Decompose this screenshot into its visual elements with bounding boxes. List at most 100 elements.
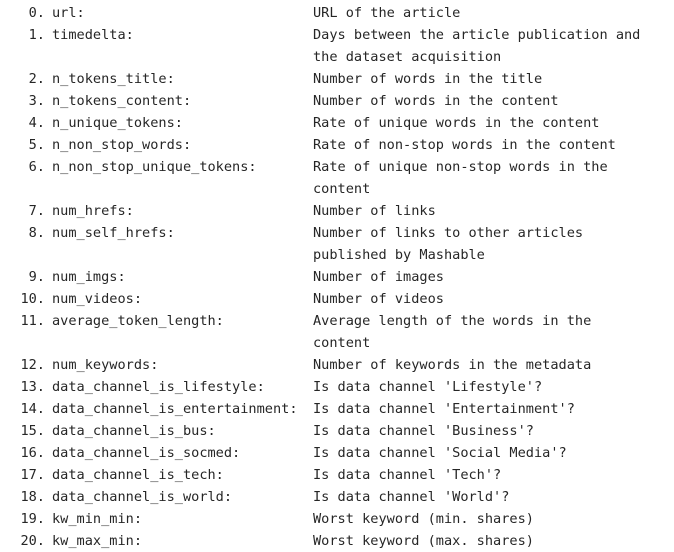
variable-description: Number of images: [313, 266, 668, 288]
row-number: 7.: [28, 203, 45, 219]
row-number: 10.: [20, 291, 45, 307]
variable-description: Rate of unique non-stop words in the cont…: [313, 156, 668, 200]
variable-row: 18. data_channel_is_world: Is data channel…: [0, 486, 674, 508]
variable-description: URL of the article: [313, 2, 668, 24]
variable-description: Number of words in the content: [313, 90, 668, 112]
row-number: 17.: [20, 467, 45, 483]
row-number: 2.: [28, 71, 45, 87]
description-line: Rate of unique non-stop words in the: [313, 159, 608, 175]
variable-name: data_channel_is_bus:: [52, 423, 216, 439]
variable-name: num_videos:: [52, 291, 143, 307]
description-line: Number of keywords in the metadata: [313, 357, 592, 373]
variable-row: 11. average_token_length: Average length o…: [0, 310, 674, 354]
description-line: Rate of non-stop words in the content: [313, 137, 616, 153]
variable-name: url:: [52, 5, 85, 21]
variable-row: 19. kw_min_min: Worst keyword (min. shares…: [0, 508, 674, 530]
description-line: Rate of unique words in the content: [313, 115, 600, 131]
variable-row: 17. data_channel_is_tech: Is data channel …: [0, 464, 674, 486]
variable-row: 12. num_keywords: Number of keywords in th…: [0, 354, 674, 376]
variable-name: data_channel_is_entertainment:: [52, 401, 298, 417]
variable-row: 2. n_tokens_title: Number of words in the …: [0, 68, 674, 90]
variable-name: n_tokens_content:: [52, 93, 192, 109]
variable-description: Is data channel 'Entertainment'?: [313, 398, 668, 420]
row-number: 6.: [28, 159, 45, 175]
row-number: 19.: [20, 511, 45, 527]
description-line: published by Mashable: [313, 247, 485, 263]
variable-row: 1. timedelta: Days between the article pub…: [0, 24, 674, 68]
description-line: content: [313, 181, 371, 197]
row-number: 0.: [28, 5, 45, 21]
description-line: Worst keyword (min. shares): [313, 511, 534, 527]
variable-name: data_channel_is_socmed:: [52, 445, 241, 461]
variable-name: timedelta:: [52, 27, 134, 43]
variable-name: num_imgs:: [52, 269, 126, 285]
variable-description: Rate of unique words in the content: [313, 112, 668, 134]
description-line: Days between the article publication and: [313, 27, 641, 43]
variable-row: 5. n_non_stop_words: Rate of non-stop word…: [0, 134, 674, 156]
variable-description: Average length of the words in the conten…: [313, 310, 668, 354]
variable-name: n_non_stop_words:: [52, 137, 192, 153]
description-line: Number of words in the content: [313, 93, 559, 109]
row-number: 16.: [20, 445, 45, 461]
variable-name: n_unique_tokens:: [52, 115, 183, 131]
description-line: Is data channel 'World'?: [313, 489, 510, 505]
description-line: Number of words in the title: [313, 71, 543, 87]
variable-row: 0. url: URL of the article: [0, 2, 674, 24]
variable-name: num_keywords:: [52, 357, 159, 373]
variable-name: average_token_length:: [52, 313, 224, 329]
variable-row: 3. n_tokens_content: Number of words in th…: [0, 90, 674, 112]
description-line: Number of links to other articles: [313, 225, 584, 241]
description-line: Is data channel 'Business'?: [313, 423, 534, 439]
variable-row: 14. data_channel_is_entertainment: Is data…: [0, 398, 674, 420]
description-line: the dataset acquisition: [313, 49, 502, 65]
variable-row: 7. num_hrefs: Number of links: [0, 200, 674, 222]
description-line: content: [313, 335, 371, 351]
variable-name: kw_min_min:: [52, 511, 143, 527]
row-number: 3.: [28, 93, 45, 109]
variable-description: Number of links: [313, 200, 668, 222]
row-number: 5.: [28, 137, 45, 153]
row-number: 13.: [20, 379, 45, 395]
variable-name: data_channel_is_world:: [52, 489, 233, 505]
row-number: 1.: [28, 27, 45, 43]
variable-description: Is data channel 'Tech'?: [313, 464, 668, 486]
row-number: 11.: [20, 313, 45, 329]
row-number: 14.: [20, 401, 45, 417]
variable-list: 0. url: URL of the article 1. timedelta: Days…: [0, 2, 674, 552]
variable-name: n_non_stop_unique_tokens:: [52, 159, 257, 175]
row-number: 8.: [28, 225, 45, 241]
variable-row: 16. data_channel_is_socmed: Is data channe…: [0, 442, 674, 464]
variable-row: 10. num_videos: Number of videos: [0, 288, 674, 310]
variable-name: n_tokens_title:: [52, 71, 175, 87]
description-line: Is data channel 'Social Media'?: [313, 445, 567, 461]
variable-description: Days between the article publication and…: [313, 24, 668, 68]
variable-name: data_channel_is_tech:: [52, 467, 224, 483]
variable-row: 6. n_non_stop_unique_tokens: Rate of uniqu…: [0, 156, 674, 200]
description-line: Number of links: [313, 203, 436, 219]
variable-name: num_self_hrefs:: [52, 225, 175, 241]
description-line: Average length of the words in the: [313, 313, 592, 329]
row-number: 12.: [20, 357, 45, 373]
row-number: 4.: [28, 115, 45, 131]
description-line: Number of videos: [313, 291, 444, 307]
description-line: Number of images: [313, 269, 444, 285]
variable-name: num_hrefs:: [52, 203, 134, 219]
variable-description: Is data channel 'Social Media'?: [313, 442, 668, 464]
description-line: URL of the article: [313, 5, 461, 21]
description-line: Is data channel 'Tech'?: [313, 467, 502, 483]
variable-description: Rate of non-stop words in the content: [313, 134, 668, 156]
variable-description: Worst keyword (min. shares): [313, 508, 668, 530]
row-number: 18.: [20, 489, 45, 505]
variable-row: 15. data_channel_is_bus: Is data channel '…: [0, 420, 674, 442]
row-number: 15.: [20, 423, 45, 439]
variable-description: Number of links to other articles publish…: [313, 222, 668, 266]
variable-description: Number of words in the title: [313, 68, 668, 90]
variable-row: 8. num_self_hrefs: Number of links to othe…: [0, 222, 674, 266]
variable-description: Number of videos: [313, 288, 668, 310]
description-line: Is data channel 'Entertainment'?: [313, 401, 575, 417]
variable-row: 9. num_imgs: Number of images: [0, 266, 674, 288]
variable-row: 13. data_channel_is_lifestyle: Is data cha…: [0, 376, 674, 398]
variable-description: Is data channel 'Lifestyle'?: [313, 376, 668, 398]
variable-row: 4. n_unique_tokens: Rate of unique words i…: [0, 112, 674, 134]
variable-description: Number of keywords in the metadata: [313, 354, 668, 376]
